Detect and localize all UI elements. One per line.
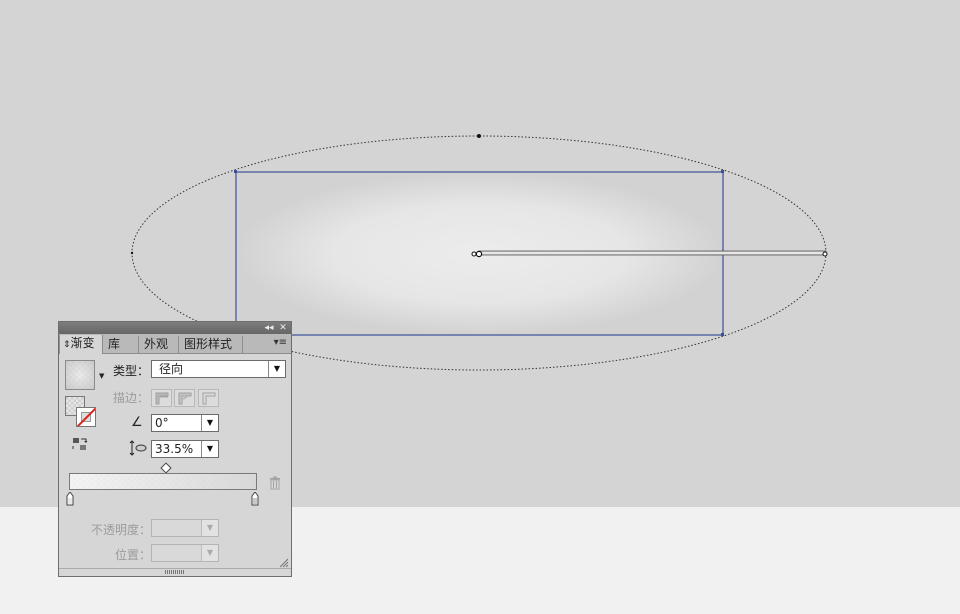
dropdown-arrow-icon: ▼	[201, 441, 218, 457]
selection-corner-handle[interactable]	[721, 333, 724, 336]
gradient-midpoint-handle[interactable]	[160, 462, 172, 474]
resize-grip-icon[interactable]	[279, 558, 289, 568]
angle-input[interactable]: 0° ▼	[151, 414, 219, 432]
opacity-input[interactable]: ▼	[151, 519, 219, 537]
close-panel-button[interactable]: ✕	[277, 322, 289, 334]
delete-stop-icon[interactable]	[269, 476, 281, 490]
tab-appearance[interactable]: 外观	[139, 336, 179, 353]
gradient-preview-swatch[interactable]	[65, 360, 95, 390]
angle-icon: ∠	[131, 415, 143, 430]
opacity-label: 不透明度：	[91, 523, 152, 537]
reverse-gradient-icon[interactable]	[72, 437, 88, 451]
aspect-ratio-value: 33.5%	[155, 442, 194, 456]
collapse-panel-button[interactable]: ◂◂	[263, 322, 275, 334]
selection-corner-handle[interactable]	[234, 170, 237, 173]
gradient-slider-bar[interactable]	[69, 473, 257, 490]
location-label: 位置：	[115, 548, 152, 562]
dropdown-arrow-icon: ▼	[201, 520, 218, 536]
panel-titlebar[interactable]: ◂◂ ✕	[59, 322, 291, 334]
gradient-stop-left[interactable]	[66, 492, 74, 506]
stroke-along-icon	[178, 392, 192, 405]
gradient-stop-right[interactable]	[251, 492, 259, 506]
dropdown-arrow-icon: ▼	[268, 361, 285, 377]
stroke-along-button[interactable]	[174, 389, 195, 407]
dropdown-arrow-icon: ▼	[201, 415, 218, 431]
stroke-within-button[interactable]	[151, 389, 172, 407]
stroke-across-icon	[202, 392, 216, 405]
gradient-type-select[interactable]: 径向 ▼	[151, 360, 286, 378]
tab-gradient-label: 渐变	[70, 336, 95, 350]
selection-corner-handle[interactable]	[721, 170, 724, 173]
type-label: 类型：	[113, 364, 150, 378]
stroke-label: 描边：	[113, 391, 150, 405]
stroke-within-icon	[155, 392, 169, 405]
tab-arrows-icon: ⇕	[63, 340, 71, 350]
ellipse-left-handle[interactable]	[130, 251, 134, 255]
gradient-end-handle[interactable]	[822, 251, 828, 257]
tab-library[interactable]: 库	[103, 336, 139, 353]
gradient-center-handle[interactable]	[475, 250, 483, 258]
footer-grip-icon[interactable]	[165, 570, 185, 574]
swatch-dropdown-icon[interactable]: ▼	[99, 372, 104, 380]
gradient-panel: ◂◂ ✕ ⇕渐变 库 外观 图形样式 ▾≡ ▼ 类型： 径向 ▼ 描边： ∠ 0…	[58, 321, 292, 577]
panel-footer	[59, 568, 291, 576]
fill-stroke-selector[interactable]	[65, 396, 97, 428]
gradient-origin-handle[interactable]	[471, 251, 477, 257]
tab-gradient[interactable]: ⇕渐变	[59, 335, 103, 354]
panel-menu-icon[interactable]: ▾≡	[274, 337, 287, 348]
ellipse-top-handle[interactable]	[477, 134, 481, 138]
tab-graphic-styles[interactable]: 图形样式	[179, 336, 243, 353]
angle-value: 0°	[155, 416, 169, 430]
stroke-swatch[interactable]	[76, 407, 96, 427]
panel-tabs: ⇕渐变 库 外观 图形样式 ▾≡	[59, 334, 291, 354]
gradient-type-value: 径向	[159, 362, 184, 376]
location-input[interactable]: ▼	[151, 544, 219, 562]
stroke-across-button[interactable]	[198, 389, 219, 407]
aspect-ratio-input[interactable]: 33.5% ▼	[151, 440, 219, 458]
dropdown-arrow-icon: ▼	[201, 545, 218, 561]
aspect-ratio-icon	[129, 440, 147, 456]
